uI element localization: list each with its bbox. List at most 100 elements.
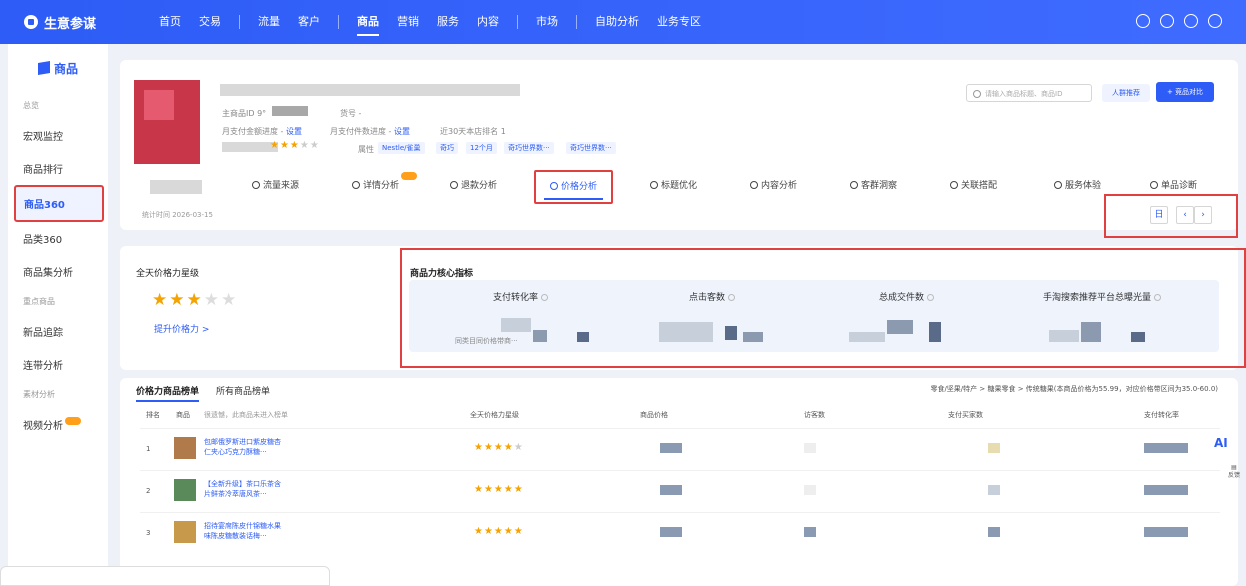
- help-icon[interactable]: [541, 294, 549, 301]
- feedback-button[interactable]: ▤ 反馈: [1226, 464, 1242, 488]
- calendar-icon[interactable]: 日: [1150, 206, 1168, 224]
- logout-icon[interactable]: [1208, 14, 1222, 28]
- metric-total-deals: 总成交件数: [879, 290, 935, 303]
- analysis-tabs: 流量来源 详情分析 退款分析 价格分析 标题优化 内容分析 客群洞察 关联搭配 …: [120, 170, 1238, 204]
- new-badge: [401, 172, 418, 180]
- tab-blurred: [150, 180, 202, 194]
- product-name-link[interactable]: 【全新升级】茶口乐茶含片鲜茶冷萃唐风茶···: [204, 479, 284, 499]
- nav-divider: [338, 15, 339, 29]
- col-visitors[interactable]: 访客数: [804, 410, 825, 420]
- tab-price-ranking[interactable]: 价格力商品榜单: [136, 384, 200, 402]
- help-icon[interactable]: [728, 294, 736, 301]
- nav-item-content[interactable]: 内容: [477, 0, 499, 44]
- nav-item-traffic[interactable]: 流量: [258, 0, 280, 44]
- pay-count-progress: 月支付件数进度 - 设置: [330, 127, 410, 136]
- price-blurred: [660, 443, 682, 453]
- metric-value-blurred: [849, 332, 885, 342]
- tab-service-experience[interactable]: 服务体验: [1054, 172, 1101, 202]
- help-icon[interactable]: [1154, 294, 1162, 301]
- table-row[interactable]: 2 【全新升级】茶口乐茶含片鲜茶冷萃唐风茶··· ★★★★★: [140, 470, 1220, 510]
- tab-title-optimize[interactable]: 标题优化: [650, 172, 697, 202]
- col-price[interactable]: 商品价格: [640, 410, 668, 420]
- conversion-blurred: [1144, 443, 1188, 453]
- user-icon[interactable]: [1160, 14, 1174, 28]
- col-price-level[interactable]: 全天价格力星级: [470, 410, 519, 420]
- crowd-recommend-button[interactable]: 人群推荐: [1102, 84, 1150, 102]
- buyers-blurred: [988, 527, 1000, 537]
- nav-item-market[interactable]: 市场: [536, 0, 558, 44]
- metric-note: 同类目同价格带商···: [455, 337, 518, 345]
- tab-detail-analysis[interactable]: 详情分析: [352, 172, 418, 202]
- col-buyers[interactable]: 支付买家数: [948, 410, 983, 420]
- app-name: 生意参谋: [44, 16, 97, 32]
- product-id: 主商品ID 9°: [222, 109, 267, 118]
- attr-tag: 奇巧世界数···: [504, 142, 554, 154]
- metric-value-blurred: [743, 332, 763, 342]
- row-rank: 1: [146, 445, 151, 453]
- sidebar-item-new-product[interactable]: 新品追踪: [8, 315, 108, 348]
- conversion-blurred: [1144, 485, 1188, 495]
- tab-customer-insight[interactable]: 客群洞察: [850, 172, 897, 202]
- sidebar-group-label: 总览: [23, 101, 39, 110]
- metric-value-blurred: [1049, 330, 1079, 342]
- sidebar: 商品 总览 宏观监控 商品排行 商品360 品类360 商品集分析 重点商品 新…: [8, 44, 108, 586]
- col-conversion[interactable]: 支付转化率: [1144, 410, 1179, 420]
- metric-value-blurred: [887, 320, 913, 334]
- pay-amount-set-link[interactable]: 设置: [286, 127, 302, 136]
- product-id-blurred: [272, 106, 308, 116]
- nav-item-business[interactable]: 业务专区: [657, 0, 701, 44]
- nav-item-service[interactable]: 服务: [437, 0, 459, 44]
- stat-time: 统计时间 2026-03-15: [142, 211, 213, 219]
- nav-item-customer[interactable]: 客户: [298, 0, 320, 44]
- tab-icon: [1150, 181, 1158, 189]
- table-row[interactable]: 1 包邮俄罗斯进口紫皮糖杏仁夹心巧克力酥糖··· ★★★★★: [140, 428, 1220, 468]
- sidebar-item-joint[interactable]: 连带分析: [8, 348, 108, 381]
- sidebar-item-video-label: 视频分析: [23, 421, 63, 432]
- help-icon[interactable]: [927, 294, 935, 301]
- pay-count-set-link[interactable]: 设置: [394, 127, 410, 136]
- metric-value-blurred: [577, 332, 589, 342]
- improve-price-link[interactable]: 提升价格力 >: [154, 322, 209, 335]
- metric-pay-conversion: 支付转化率: [493, 290, 549, 303]
- chevron-left-icon[interactable]: ‹: [1176, 206, 1194, 224]
- row-stars: ★★★★★: [474, 526, 524, 537]
- tab-refund-analysis[interactable]: 退款分析: [450, 172, 497, 202]
- message-icon[interactable]: [1136, 14, 1150, 28]
- new-badge: [65, 417, 81, 425]
- tab-content-analysis[interactable]: 内容分析: [750, 172, 797, 202]
- product-name-link[interactable]: 招待宴席陈皮什锦糖水果味陈皮糖散装话梅···: [204, 521, 284, 541]
- bottom-floating-panel[interactable]: [0, 566, 330, 586]
- sidebar-item-category360[interactable]: 品类360: [8, 222, 108, 255]
- product-image: [134, 80, 200, 164]
- compare-button[interactable]: + 竞品对比: [1156, 82, 1214, 102]
- app-logo[interactable]: 生意参谋: [24, 13, 139, 32]
- sidebar-item-video[interactable]: 视频分析: [8, 408, 108, 441]
- ai-assistant-button[interactable]: AI: [1214, 436, 1228, 450]
- sidebar-item-macro[interactable]: 宏观监控: [8, 119, 108, 152]
- sidebar-item-product-set[interactable]: 商品集分析: [8, 255, 108, 288]
- tab-all-products[interactable]: 所有商品榜单: [216, 384, 270, 397]
- main-nav: 首页 交易 流量 客户 商品 营销 服务 内容 市场 自助分析 业务专区: [159, 0, 719, 44]
- sidebar-item-ranking[interactable]: 商品排行: [8, 152, 108, 185]
- nav-item-marketing[interactable]: 营销: [397, 0, 419, 44]
- product-name-link[interactable]: 包邮俄罗斯进口紫皮糖杏仁夹心巧克力酥糖···: [204, 437, 284, 457]
- visitors-blurred: [804, 443, 816, 453]
- product-title-blurred: [220, 84, 520, 96]
- tab-traffic-source[interactable]: 流量来源: [252, 172, 299, 202]
- help-icon[interactable]: [1184, 14, 1198, 28]
- table-row[interactable]: 3 招待宴席陈皮什锦糖水果味陈皮糖散装话梅··· ★★★★★: [140, 512, 1220, 552]
- tab-icon: [850, 181, 858, 189]
- tab-related-match[interactable]: 关联搭配: [950, 172, 997, 202]
- nav-item-trade[interactable]: 交易: [199, 0, 221, 44]
- chevron-right-icon[interactable]: ›: [1194, 206, 1212, 224]
- nav-item-self-analysis[interactable]: 自助分析: [595, 0, 639, 44]
- nav-item-product[interactable]: 商品: [357, 0, 379, 44]
- nav-item-home[interactable]: 首页: [159, 0, 181, 44]
- attr-tag: Nestle/雀巢: [378, 142, 425, 154]
- nav-divider: [576, 15, 577, 29]
- metric-visitors: 点击客数: [689, 290, 736, 303]
- price-blurred: [660, 527, 682, 537]
- product-search-input[interactable]: 请输入商品标题、商品ID: [966, 84, 1092, 102]
- tab-price-analysis[interactable]: 价格分析: [534, 170, 614, 204]
- sidebar-item-product360[interactable]: 商品360: [14, 185, 104, 222]
